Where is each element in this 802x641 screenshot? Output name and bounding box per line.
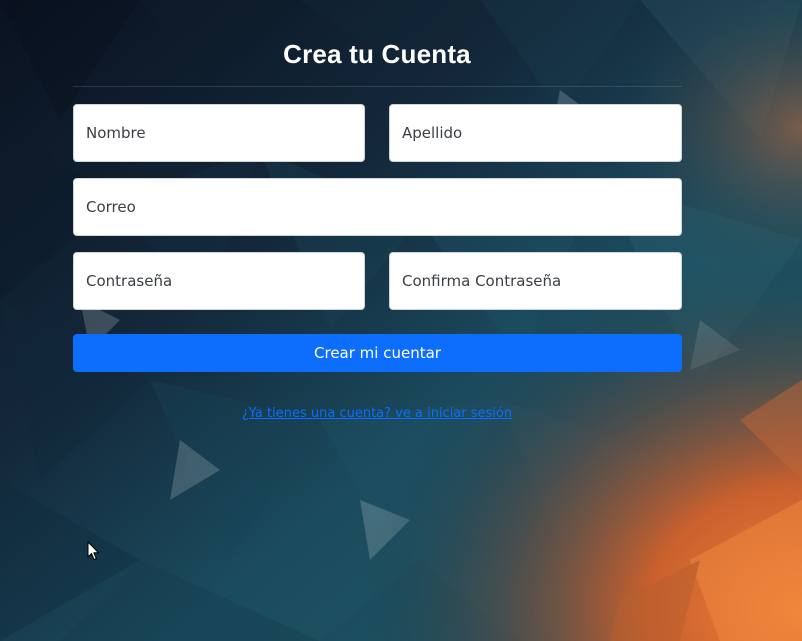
nombre-input[interactable] — [73, 104, 365, 162]
correo-input[interactable] — [73, 178, 682, 236]
apellido-input[interactable] — [389, 104, 682, 162]
title-divider — [73, 86, 682, 87]
page-title: Crea tu Cuenta — [283, 39, 471, 70]
crear-cuenta-button[interactable]: Crear mi cuentar — [73, 334, 682, 372]
contrasena-input[interactable] — [73, 252, 365, 310]
confirma-contrasena-input[interactable] — [389, 252, 682, 310]
mouse-pointer-icon — [87, 541, 101, 561]
background-image — [0, 0, 802, 641]
iniciar-sesion-link[interactable]: ¿Ya tienes una cuenta? ve a iniciar sesi… — [0, 406, 754, 421]
